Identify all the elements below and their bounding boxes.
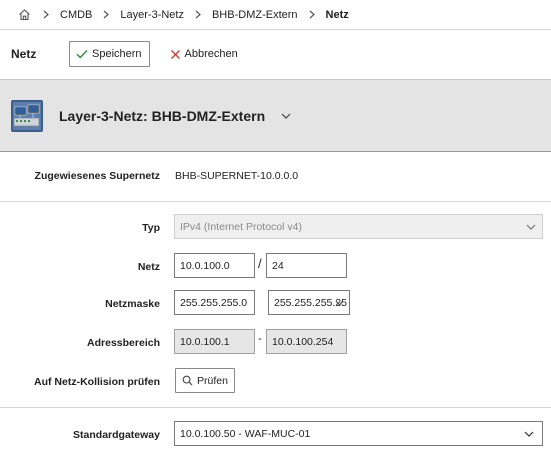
check-collision-label: Prüfen — [197, 374, 228, 387]
divider — [0, 407, 551, 408]
checkmark-icon — [76, 50, 88, 59]
breadcrumb-item-cmdb[interactable]: CMDB — [60, 9, 92, 21]
home-icon[interactable] — [16, 7, 32, 23]
netzmaske-select[interactable]: 255.255.255.25 — [268, 290, 350, 315]
toolbar-title: Netz — [11, 47, 37, 61]
netz-label: Netz — [137, 261, 160, 273]
adressbereich-to-value: 10.0.100.254 — [272, 335, 334, 348]
adressbereich-to-input: 10.0.100.254 — [266, 329, 347, 354]
search-icon — [182, 375, 193, 386]
save-button-label: Speichern — [92, 48, 142, 60]
typ-select: IPv4 (Internet Protocol v4) — [174, 214, 543, 239]
network-computers-icon — [11, 99, 43, 132]
page-title: Layer-3-Netz: BHB-DMZ-Extern — [59, 107, 266, 124]
netz-prefix-value: 24 — [272, 259, 284, 272]
chevron-down-icon — [526, 224, 536, 230]
breadcrumb-item-layer3[interactable]: Layer-3-Netz — [120, 9, 184, 21]
typ-label: Typ — [142, 222, 160, 234]
save-button[interactable]: Speichern — [69, 41, 150, 67]
netz-separator: / — [258, 256, 262, 271]
toolbar: Netz Speichern Abbrechen — [0, 30, 551, 78]
check-collision-button[interactable]: Prüfen — [175, 368, 235, 393]
divider — [0, 201, 551, 202]
chevron-down-icon[interactable] — [281, 113, 291, 119]
chevron-right-icon — [298, 10, 326, 19]
netz-address-value: 10.0.100.0 — [180, 259, 230, 272]
chevron-down-icon — [335, 300, 344, 306]
netz-address-input[interactable]: 10.0.100.0 — [174, 253, 255, 278]
netzmaske-input[interactable]: 255.255.255.0 — [174, 290, 255, 315]
adressbereich-from-input: 10.0.100.1 — [174, 329, 255, 354]
netz-prefix-input[interactable]: 24 — [266, 253, 347, 278]
breadcrumb-item-network[interactable]: BHB-DMZ-Extern — [212, 9, 298, 21]
kollision-label: Auf Netz-Kollision prüfen — [34, 376, 160, 388]
chevron-right-icon — [184, 10, 212, 19]
adressbereich-label: Adressbereich — [87, 337, 160, 349]
adressbereich-separator: - — [258, 333, 262, 345]
adressbereich-from-value: 10.0.100.1 — [180, 335, 230, 348]
supernet-value: BHB-SUPERNET-10.0.0.0 — [175, 170, 299, 182]
chevron-down-icon — [524, 431, 534, 437]
supernet-label: Zugewiesenes Supernetz — [34, 170, 160, 182]
breadcrumb-item-current: Netz — [325, 8, 349, 21]
typ-select-value: IPv4 (Internet Protocol v4) — [180, 220, 302, 233]
cancel-button[interactable]: Abbrechen — [164, 41, 244, 67]
object-header: Layer-3-Netz: BHB-DMZ-Extern — [0, 79, 551, 152]
netzmaske-value: 255.255.255.0 — [180, 296, 248, 309]
breadcrumb: CMDB Layer-3-Netz BHB-DMZ-Extern Netz — [0, 0, 551, 30]
gateway-select[interactable]: 10.0.100.50 - WAF-MUC-01 — [174, 421, 543, 446]
cancel-button-label: Abbrechen — [184, 48, 238, 60]
chevron-right-icon — [92, 10, 120, 19]
netzmaske-label: Netzmaske — [105, 298, 160, 310]
chevron-right-icon — [32, 10, 60, 19]
gateway-label: Standardgateway — [73, 429, 160, 441]
gateway-select-value: 10.0.100.50 - WAF-MUC-01 — [180, 427, 311, 440]
close-icon — [170, 49, 180, 59]
